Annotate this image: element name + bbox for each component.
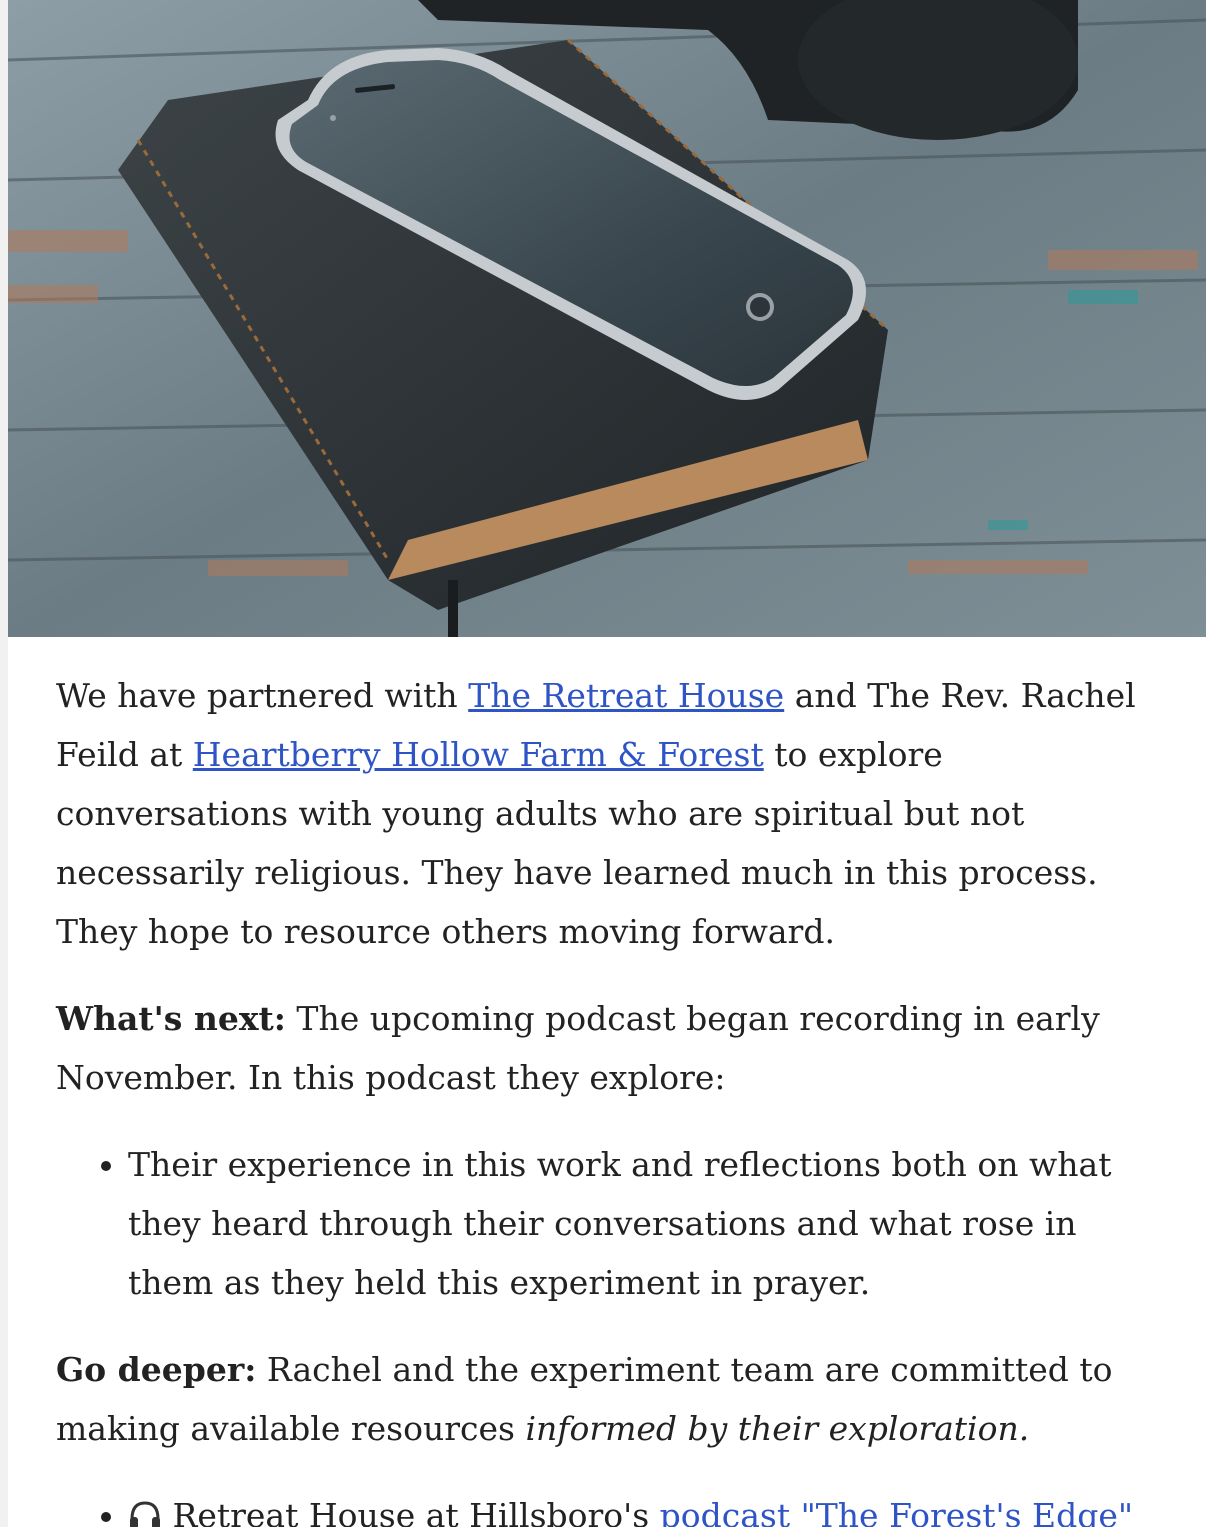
intro-text-1: We have partnered with — [56, 676, 469, 715]
go-deeper-label: Go deeper: — [56, 1350, 257, 1389]
whats-next-list: Their experience in this work and reflec… — [56, 1135, 1156, 1312]
forests-edge-podcast-link[interactable]: podcast "The Forest's Edge" — [660, 1496, 1133, 1527]
list-item: Their experience in this work and reflec… — [128, 1135, 1156, 1312]
resource-text: Retreat House at Hillsboro's — [162, 1496, 660, 1527]
article-body: We have partnered with The Retreat House… — [56, 666, 1156, 1527]
retreat-house-link[interactable]: The Retreat House — [468, 676, 784, 715]
go-deeper-emphasis: informed by their exploration. — [525, 1409, 1030, 1448]
list-item: Retreat House at Hillsboro's podcast "Th… — [128, 1486, 1156, 1527]
heartberry-hollow-link[interactable]: Heartberry Hollow Farm & Forest — [193, 735, 764, 774]
left-border — [0, 0, 8, 1527]
headphones-icon — [128, 1490, 162, 1527]
whats-next-label: What's next: — [56, 999, 286, 1038]
intro-paragraph: We have partnered with The Retreat House… — [56, 666, 1156, 961]
hero-image — [8, 0, 1206, 637]
resources-list: Retreat House at Hillsboro's podcast "Th… — [56, 1486, 1156, 1527]
go-deeper-paragraph: Go deeper: Rachel and the experiment tea… — [56, 1340, 1156, 1458]
newsletter-page: We have partnered with The Retreat House… — [0, 0, 1206, 1527]
whats-next-paragraph: What's next: The upcoming podcast began … — [56, 989, 1156, 1107]
